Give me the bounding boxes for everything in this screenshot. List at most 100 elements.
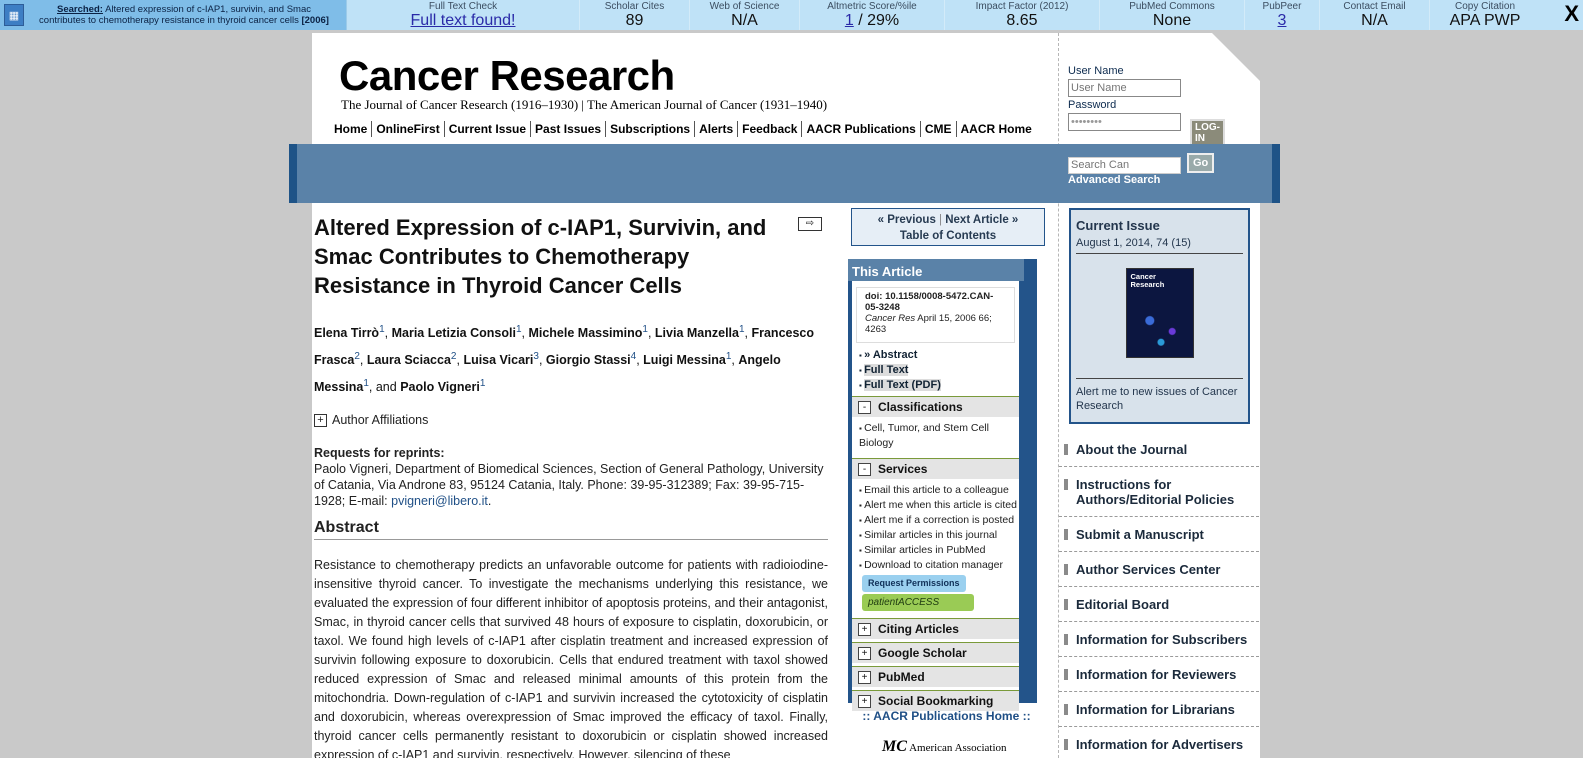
- plus-icon[interactable]: +: [314, 413, 327, 427]
- scholar-cites-value[interactable]: 89: [626, 12, 644, 29]
- classifications-list: Cell, Tumor, and Stem Cell Biology: [852, 417, 1019, 455]
- nav-current-issue[interactable]: Current Issue: [443, 121, 530, 137]
- journal-logo[interactable]: Cancer Research: [339, 55, 675, 97]
- arrow-right-icon[interactable]: ⇨: [798, 217, 822, 231]
- full-text-pdf-link[interactable]: Full Text (PDF): [864, 379, 941, 391]
- extension-logo-icon[interactable]: ▦: [4, 4, 24, 26]
- nav-feedback[interactable]: Feedback: [737, 121, 801, 137]
- about-journal-link[interactable]: About the Journal: [1059, 432, 1259, 467]
- cover-artwork: [1132, 299, 1189, 353]
- full-text-link[interactable]: Full Text: [864, 364, 909, 376]
- similar-pubmed-link[interactable]: Similar articles in PubMed: [859, 543, 1017, 558]
- plus-icon[interactable]: +: [858, 646, 871, 660]
- search-go-button[interactable]: Go: [1187, 153, 1215, 173]
- patient-access-button[interactable]: patientACCESS: [862, 594, 974, 611]
- plus-icon[interactable]: +: [858, 694, 871, 708]
- author-name[interactable]: Laura Sciacca: [367, 353, 451, 367]
- previous-article-link[interactable]: « Previous: [878, 214, 936, 226]
- username-input[interactable]: [1068, 79, 1181, 97]
- pubmed-header[interactable]: + PubMed: [852, 666, 1019, 687]
- instructions-authors-link[interactable]: Instructions for Authors/Editorial Polic…: [1059, 467, 1259, 517]
- advanced-search-link[interactable]: Advanced Search: [1068, 174, 1160, 186]
- plus-icon[interactable]: +: [858, 670, 871, 684]
- nav-alerts[interactable]: Alerts: [694, 121, 737, 137]
- current-issue-title[interactable]: Current Issue: [1076, 218, 1243, 233]
- info-advertisers-link[interactable]: Information for Advertisers: [1059, 727, 1259, 758]
- prev-next-separator: |: [935, 214, 946, 226]
- extension-toolbar: ▦ Searched: Altered expression of c-IAP1…: [0, 0, 1583, 30]
- citation-manager-link[interactable]: Download to citation manager: [859, 558, 1017, 573]
- author-name[interactable]: Luisa Vicari: [463, 353, 533, 367]
- nav-subscriptions[interactable]: Subscriptions: [605, 121, 694, 137]
- author-affiliation-number[interactable]: 1: [480, 378, 486, 389]
- services-label: Services: [878, 462, 928, 476]
- nav-aacr-publications[interactable]: AACR Publications: [801, 121, 919, 137]
- search-input[interactable]: [1068, 156, 1181, 174]
- alert-correction-link[interactable]: Alert me if a correction is posted: [859, 513, 1017, 528]
- nav-cme[interactable]: CME: [919, 121, 956, 137]
- social-bookmarking-header[interactable]: + Social Bookmarking: [852, 690, 1019, 711]
- next-article-link[interactable]: Next Article »: [945, 214, 1018, 226]
- submit-manuscript-link[interactable]: Submit a Manuscript: [1059, 517, 1259, 552]
- password-label: Password: [1068, 99, 1117, 111]
- reprints-email-link[interactable]: pvigneri@libero.it: [391, 494, 488, 508]
- full-text-pdf-link-row[interactable]: Full Text (PDF): [859, 378, 1019, 393]
- nav-aacr-home[interactable]: AACR Home: [955, 121, 1036, 137]
- pubpeer-link[interactable]: 3: [1278, 12, 1287, 29]
- full-text-check-header: Full Text Check: [428, 1, 498, 12]
- full-text-found-link[interactable]: Full text found!: [411, 12, 516, 29]
- info-reviewers-link[interactable]: Information for Reviewers: [1059, 657, 1259, 692]
- email-article-link[interactable]: Email this article to a colleague: [859, 483, 1017, 498]
- author-name[interactable]: Livia Manzella: [655, 326, 739, 340]
- author-name[interactable]: Luigi Messina: [643, 353, 726, 367]
- author-name[interactable]: Elena Tirrò: [314, 326, 379, 340]
- plus-icon[interactable]: +: [858, 622, 871, 636]
- request-permissions-button[interactable]: Request Permissions: [862, 575, 966, 592]
- close-toolbar-button[interactable]: X: [1564, 0, 1579, 28]
- searched-year: [2006]: [301, 15, 329, 26]
- page-corner-fold: [1212, 33, 1260, 81]
- minus-icon[interactable]: -: [858, 462, 871, 476]
- citing-articles-header[interactable]: + Citing Articles: [852, 618, 1019, 639]
- new-issue-alert-link[interactable]: Alert me to new issues of Cancer Researc…: [1076, 378, 1243, 413]
- article-main: Altered Expression of c-IAP1, Survivin, …: [314, 213, 828, 758]
- author-name[interactable]: Michele Massimino: [528, 326, 642, 340]
- contact-email-cell: Contact Email N/A: [1320, 0, 1430, 30]
- altmetric-score-link[interactable]: 1: [845, 12, 854, 29]
- google-scholar-header[interactable]: + Google Scholar: [852, 642, 1019, 663]
- abstract-text: Resistance to chemotherapy predicts an u…: [314, 558, 828, 758]
- nav-onlinefirst[interactable]: OnlineFirst: [371, 121, 443, 137]
- scholar-cites-header: Scholar Cites: [604, 1, 665, 12]
- classifications-header[interactable]: - Classifications: [852, 396, 1019, 417]
- alert-cited-link[interactable]: Alert me when this article is cited: [859, 498, 1017, 513]
- author-name[interactable]: Maria Letizia Consoli: [392, 326, 516, 340]
- info-librarians-link[interactable]: Information for Librarians: [1059, 692, 1259, 727]
- nav-past-issues[interactable]: Past Issues: [530, 121, 605, 137]
- minus-icon[interactable]: -: [858, 400, 871, 414]
- author-list: Elena Tirrò1, Maria Letizia Consoli1, Mi…: [314, 318, 828, 399]
- nav-home[interactable]: Home: [330, 121, 371, 137]
- info-subscribers-link[interactable]: Information for Subscribers: [1059, 622, 1259, 657]
- author-name[interactable]: Giorgio Stassi: [546, 353, 631, 367]
- journal-cover-image[interactable]: Cancer Research: [1125, 268, 1194, 358]
- classification-item[interactable]: Cell, Tumor, and Stem Cell Biology: [859, 421, 1017, 451]
- table-of-contents-link[interactable]: Table of Contents: [900, 230, 996, 242]
- editorial-board-link[interactable]: Editorial Board: [1059, 587, 1259, 622]
- search-box: Go: [1068, 153, 1215, 174]
- abstract-link[interactable]: » Abstract: [859, 348, 1019, 363]
- password-input[interactable]: [1068, 113, 1181, 131]
- social-bookmarking-label: Social Bookmarking: [878, 694, 994, 708]
- full-text-link-row[interactable]: Full Text: [859, 363, 1019, 378]
- copy-citation-button[interactable]: APA PWP: [1450, 12, 1521, 29]
- author-services-link[interactable]: Author Services Center: [1059, 552, 1259, 587]
- impact-factor-header: Impact Factor (2012): [975, 1, 1069, 12]
- web-of-science-value: N/A: [731, 12, 758, 29]
- similar-journal-link[interactable]: Similar articles in this journal: [859, 528, 1017, 543]
- author-name[interactable]: Paolo Vigneri: [400, 380, 480, 394]
- author-affiliations-toggle[interactable]: + Author Affiliations: [314, 413, 828, 427]
- aacr-logo[interactable]: MC American Association: [882, 738, 1007, 756]
- aacr-publications-home-link[interactable]: :: AACR Publications Home ::: [848, 709, 1045, 723]
- login-button[interactable]: LOG-IN: [1190, 119, 1225, 147]
- scholar-cites-cell: Scholar Cites 89: [580, 0, 690, 30]
- services-header[interactable]: - Services: [852, 458, 1019, 479]
